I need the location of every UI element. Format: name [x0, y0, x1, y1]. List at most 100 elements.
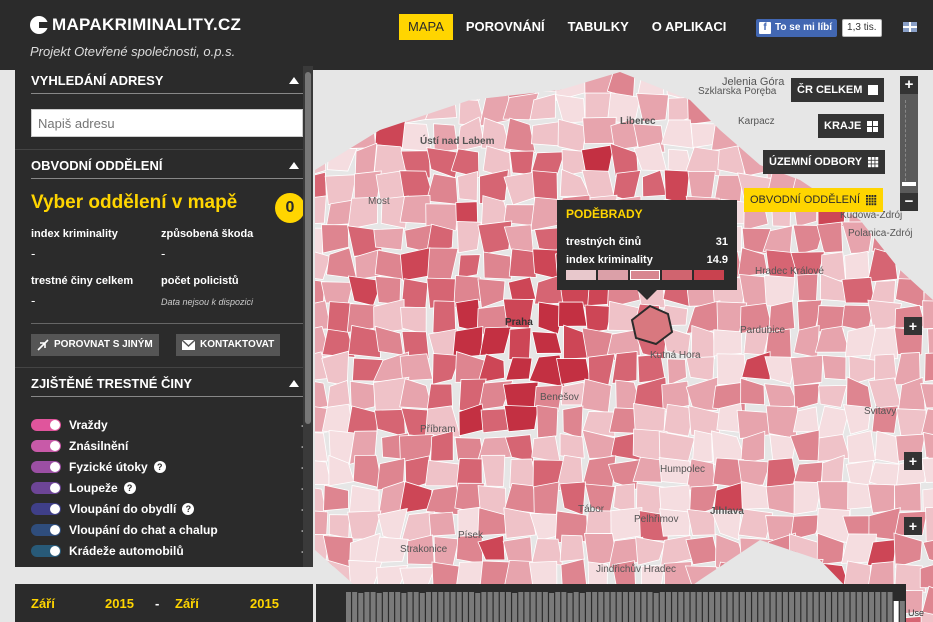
- histogram-bar[interactable]: [832, 592, 838, 622]
- histogram-bar[interactable]: [801, 592, 807, 622]
- histogram-bar[interactable]: [518, 592, 524, 622]
- histogram-bar[interactable]: [567, 593, 573, 622]
- histogram-bar[interactable]: [586, 592, 591, 622]
- district-region[interactable]: [925, 198, 933, 230]
- district-region[interactable]: [846, 430, 876, 464]
- district-region[interactable]: [477, 220, 513, 255]
- district-region[interactable]: [919, 560, 933, 589]
- district-region[interactable]: [424, 94, 458, 120]
- district-region[interactable]: [531, 538, 563, 566]
- district-region[interactable]: [739, 537, 773, 568]
- layer-kraje[interactable]: KRAJE: [818, 114, 885, 138]
- histogram-bar[interactable]: [426, 592, 431, 622]
- district-region[interactable]: [713, 329, 743, 357]
- time-histogram[interactable]: [316, 584, 906, 622]
- district-region[interactable]: [477, 278, 506, 309]
- uk-flag-icon[interactable]: [903, 22, 917, 32]
- district-region[interactable]: [322, 117, 350, 148]
- histogram-bar[interactable]: [776, 592, 782, 622]
- histogram-bar[interactable]: [819, 592, 825, 622]
- histogram-bar[interactable]: [401, 593, 407, 622]
- district-region[interactable]: [399, 247, 433, 282]
- histogram-bar[interactable]: [382, 592, 388, 622]
- district-region[interactable]: [925, 506, 933, 543]
- district-region[interactable]: [923, 92, 933, 125]
- crime-filter-row[interactable]: Znásilnění-: [31, 437, 305, 455]
- histogram-bar[interactable]: [666, 592, 671, 622]
- district-region[interactable]: [893, 532, 923, 568]
- district-region[interactable]: [476, 72, 509, 99]
- district-region[interactable]: [530, 196, 560, 232]
- district-region[interactable]: [424, 459, 462, 487]
- histogram-bar[interactable]: [770, 592, 776, 622]
- histogram-bar[interactable]: [555, 592, 561, 622]
- histogram-bar[interactable]: [733, 592, 739, 622]
- histogram-bar[interactable]: [702, 592, 708, 622]
- district-region[interactable]: [528, 72, 564, 93]
- district-region[interactable]: [635, 536, 666, 566]
- crime-toggle[interactable]: [31, 461, 61, 473]
- district-region[interactable]: [533, 481, 560, 516]
- district-region[interactable]: [477, 353, 506, 384]
- histogram-bar[interactable]: [690, 592, 696, 622]
- district-region[interactable]: [400, 306, 427, 335]
- district-region[interactable]: [323, 70, 353, 99]
- histogram-bar[interactable]: [413, 592, 419, 622]
- histogram-bar[interactable]: [789, 592, 795, 622]
- district-region[interactable]: [426, 247, 459, 282]
- district-region[interactable]: [557, 118, 587, 153]
- histogram-bar[interactable]: [407, 592, 413, 622]
- district-region[interactable]: [796, 273, 819, 302]
- district-region[interactable]: [692, 429, 713, 463]
- histogram-bar[interactable]: [838, 592, 844, 622]
- histogram-bar[interactable]: [813, 592, 819, 622]
- crime-toggle[interactable]: [31, 524, 61, 536]
- histogram-bar[interactable]: [659, 592, 665, 622]
- histogram-bar[interactable]: [432, 592, 438, 622]
- sidebar-scrollbar[interactable]: [303, 66, 313, 567]
- histogram-bar[interactable]: [678, 592, 684, 622]
- zoom-out-button[interactable]: −: [900, 193, 918, 211]
- district-region[interactable]: [763, 124, 800, 154]
- crime-toggle[interactable]: [31, 503, 61, 515]
- histogram-bar[interactable]: [358, 593, 364, 622]
- help-icon[interactable]: ?: [182, 503, 195, 515]
- from-month[interactable]: Září: [31, 596, 55, 611]
- histogram-bar[interactable]: [875, 592, 881, 622]
- histogram-bar[interactable]: [635, 592, 641, 622]
- district-region[interactable]: [531, 121, 563, 147]
- histogram-bar[interactable]: [856, 592, 862, 622]
- histogram-bar[interactable]: [684, 592, 690, 622]
- district-region[interactable]: [562, 405, 584, 440]
- district-region[interactable]: [348, 70, 379, 98]
- district-region[interactable]: [531, 331, 563, 354]
- histogram-bar[interactable]: [758, 592, 764, 622]
- histogram-bar[interactable]: [499, 592, 505, 622]
- histogram-bar[interactable]: [469, 592, 475, 622]
- histogram-bar[interactable]: [573, 592, 579, 622]
- histogram-bar[interactable]: [629, 592, 635, 622]
- histogram-bar[interactable]: [727, 592, 733, 622]
- histogram-bar[interactable]: [506, 592, 511, 622]
- histogram-bar[interactable]: [739, 592, 745, 622]
- nav-porovnani[interactable]: POROVNÁNÍ: [456, 14, 555, 40]
- histogram-bar[interactable]: [604, 592, 610, 622]
- help-icon[interactable]: ?: [123, 482, 136, 494]
- district-region[interactable]: [793, 324, 820, 359]
- district-region[interactable]: [580, 378, 612, 413]
- district-region[interactable]: [841, 276, 876, 304]
- district-region[interactable]: [926, 249, 933, 279]
- district-region[interactable]: [321, 224, 350, 254]
- district-region[interactable]: [536, 404, 559, 439]
- histogram-chart[interactable]: [316, 584, 906, 622]
- district-region[interactable]: [373, 227, 405, 251]
- layer-obvodni-oddeleni[interactable]: OBVODNÍ ODDĚLENÍ: [744, 188, 884, 212]
- district-region[interactable]: [429, 72, 461, 102]
- district-region[interactable]: [559, 534, 585, 562]
- district-region[interactable]: [920, 70, 933, 98]
- district-region[interactable]: [816, 405, 850, 439]
- histogram-bar[interactable]: [364, 592, 370, 622]
- district-region[interactable]: [457, 170, 479, 202]
- histogram-bar[interactable]: [598, 592, 604, 622]
- histogram-bar[interactable]: [893, 601, 899, 622]
